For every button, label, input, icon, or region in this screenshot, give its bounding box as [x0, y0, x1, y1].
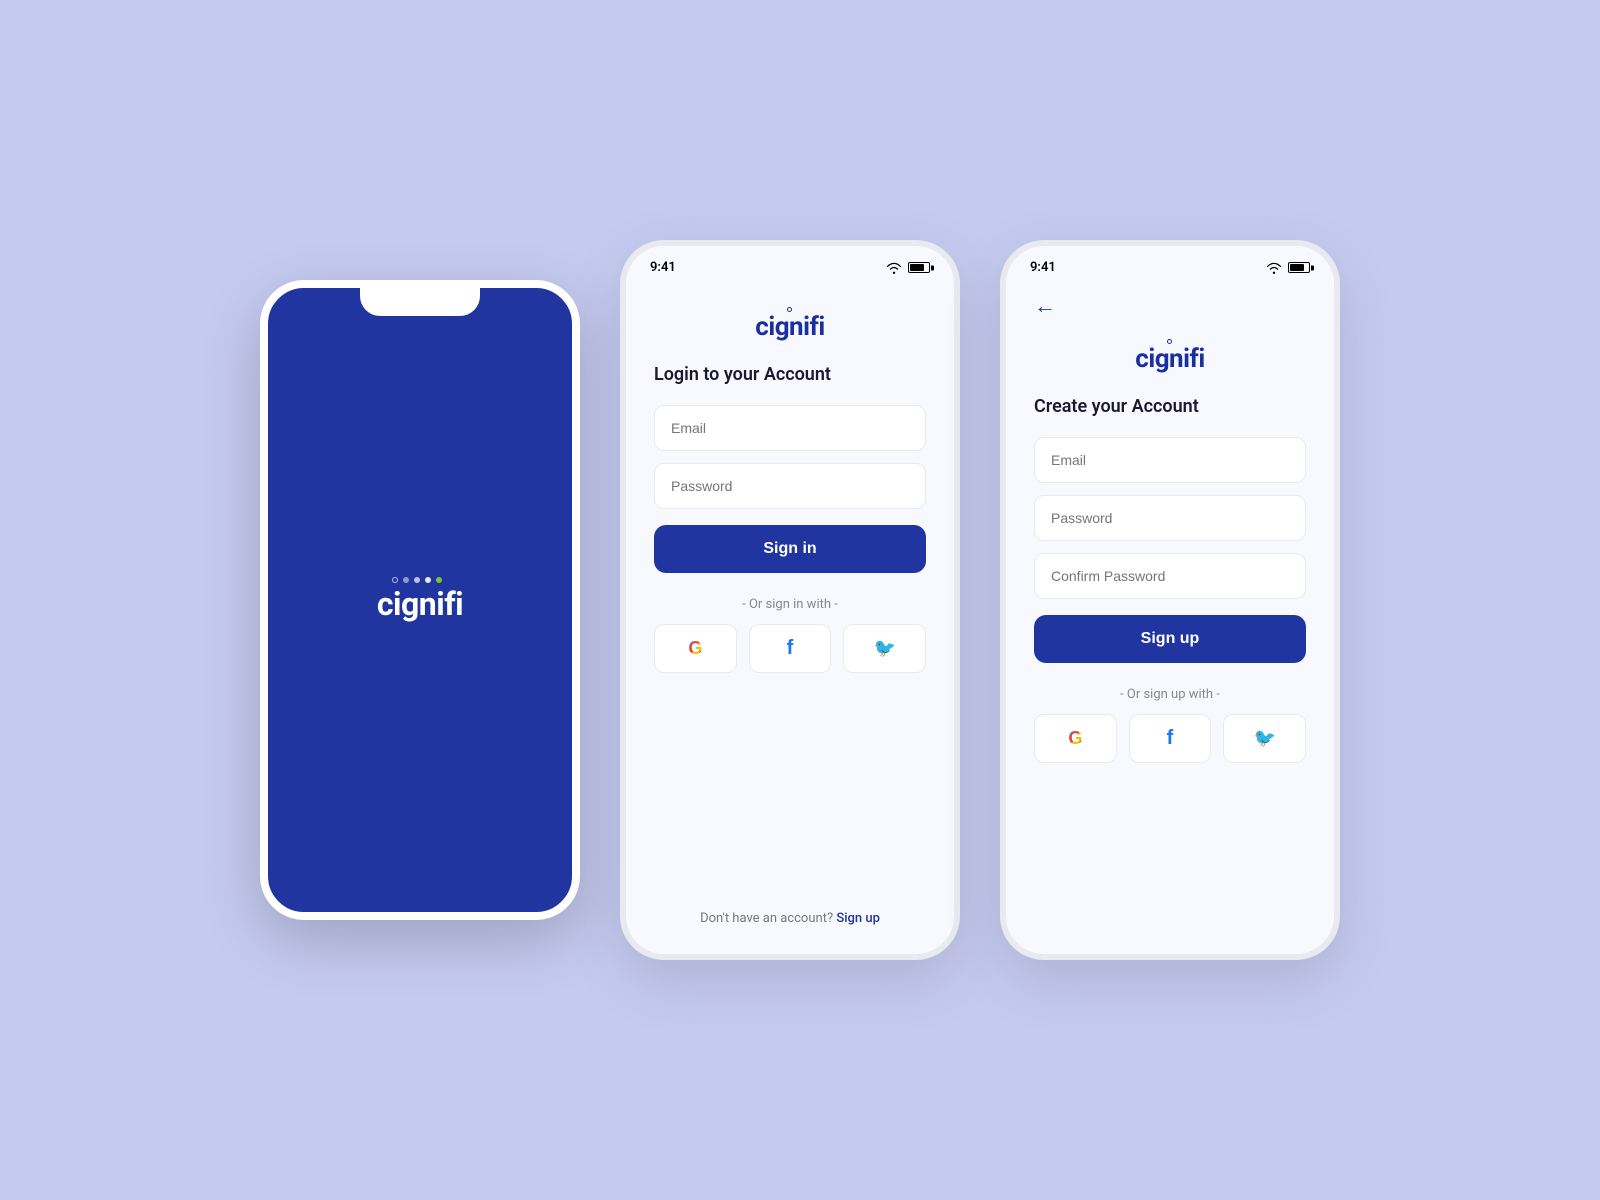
- google-icon: G: [688, 638, 702, 659]
- facebook-icon: f: [787, 637, 794, 660]
- password-input[interactable]: [654, 463, 926, 509]
- confirm-password-input[interactable]: [1034, 553, 1306, 599]
- confirm-password-group: [1034, 553, 1306, 599]
- email-group: [654, 405, 926, 451]
- status-bar-signup: 9:41: [1006, 246, 1334, 283]
- splash-logo-container: cignifi: [377, 577, 463, 623]
- signup-password-input[interactable]: [1034, 495, 1306, 541]
- google-signup-button[interactable]: G: [1034, 714, 1117, 763]
- twitter-icon: 🐦: [873, 638, 895, 659]
- signin-button[interactable]: Sign in: [654, 525, 926, 573]
- twitter-signup-button[interactable]: 🐦: [1223, 714, 1306, 763]
- battery-fill: [910, 264, 924, 271]
- footer-text-label: Don't have an account?: [700, 911, 833, 926]
- google-login-button[interactable]: G: [654, 624, 737, 673]
- login-title: Login to your Account: [654, 364, 831, 385]
- facebook-signup-button[interactable]: f: [1129, 714, 1212, 763]
- facebook-login-button[interactable]: f: [749, 624, 832, 673]
- signup-divider: - Or sign up with -: [1120, 687, 1220, 702]
- back-button[interactable]: ←: [1034, 293, 1056, 319]
- google-signup-icon: G: [1068, 728, 1082, 749]
- login-footer: Don't have an account? Sign up: [700, 895, 880, 926]
- login-logo-container: cignifi: [755, 307, 824, 342]
- email-input[interactable]: [654, 405, 926, 451]
- login-divider: - Or sign in with -: [742, 597, 838, 612]
- signup-email-group: [1034, 437, 1306, 483]
- splash-dot-5: [436, 577, 442, 583]
- battery-icon: [908, 262, 930, 273]
- status-icons-signup: [1266, 262, 1310, 274]
- twitter-signup-icon: 🐦: [1253, 728, 1275, 749]
- status-time-signup: 9:41: [1030, 260, 1056, 275]
- signup-logo-container: cignifi: [1135, 339, 1204, 374]
- signup-social-buttons: G f 🐦: [1034, 714, 1306, 763]
- splash-dots: [392, 577, 448, 583]
- signup-logo-text: cignifi: [1135, 344, 1204, 374]
- login-social-buttons: G f 🐦: [654, 624, 926, 673]
- status-icons: [886, 262, 930, 274]
- phone-signup: 9:41 ← cignifi Create your Account: [1000, 240, 1340, 960]
- signup-email-input[interactable]: [1034, 437, 1306, 483]
- splash-dot-4: [425, 577, 431, 583]
- signup-body: ← cignifi Create your Account Sign up - …: [1006, 283, 1334, 954]
- splash-dot-2: [403, 577, 409, 583]
- facebook-signup-icon: f: [1167, 727, 1174, 750]
- wifi-icon: [886, 262, 902, 274]
- twitter-login-button[interactable]: 🐦: [843, 624, 926, 673]
- splash-dot-3: [414, 577, 420, 583]
- signup-link[interactable]: Sign up: [836, 911, 880, 926]
- battery-fill-signup: [1290, 264, 1304, 271]
- wifi-icon-signup: [1266, 262, 1282, 274]
- signup-title: Create your Account: [1034, 396, 1199, 417]
- status-time: 9:41: [650, 260, 676, 275]
- phone-login: 9:41 cignifi Login to your Account: [620, 240, 960, 960]
- battery-icon-signup: [1288, 262, 1310, 273]
- status-bar-login: 9:41: [626, 246, 954, 283]
- splash-logo-text: cignifi: [377, 585, 463, 623]
- login-logo-text: cignifi: [755, 312, 824, 342]
- signup-password-group: [1034, 495, 1306, 541]
- splash-dot-1: [392, 577, 398, 583]
- phone-splash: cignifi: [260, 280, 580, 920]
- login-body: cignifi Login to your Account Sign in - …: [626, 283, 954, 954]
- notch: [360, 288, 480, 316]
- signup-button[interactable]: Sign up: [1034, 615, 1306, 663]
- password-group: [654, 463, 926, 509]
